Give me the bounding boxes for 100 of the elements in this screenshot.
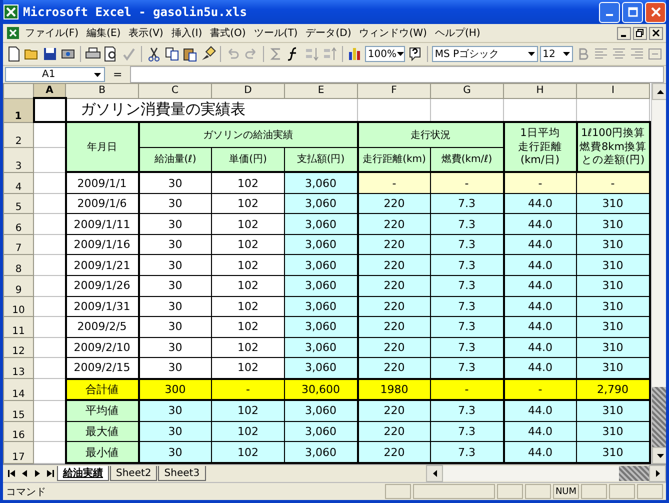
column-header[interactable]: H bbox=[504, 84, 576, 98]
chart-icon[interactable] bbox=[346, 46, 363, 62]
sheet-tab[interactable]: Sheet3 bbox=[158, 466, 206, 481]
table-cell: 44.0 bbox=[504, 296, 576, 317]
cut-icon[interactable] bbox=[146, 46, 162, 62]
row-header[interactable]: 14 bbox=[4, 378, 34, 400]
menu-item[interactable]: 編集(E) bbox=[84, 26, 124, 40]
column-header[interactable]: C bbox=[138, 84, 212, 98]
caret-down-icon bbox=[656, 454, 664, 458]
caret-icon bbox=[528, 52, 535, 56]
sheet-tab[interactable]: Sheet2 bbox=[110, 466, 158, 481]
table-cell: 1980 bbox=[358, 378, 430, 400]
table-cell: 102 bbox=[212, 214, 284, 234]
column-header[interactable]: G bbox=[430, 84, 504, 98]
maximize-button[interactable] bbox=[622, 2, 643, 22]
table-cell: 44.0 bbox=[504, 358, 576, 379]
new-file-icon[interactable] bbox=[6, 46, 22, 62]
copy-icon[interactable] bbox=[164, 46, 180, 62]
save-icon[interactable] bbox=[42, 46, 58, 62]
scroll-left-button[interactable] bbox=[426, 465, 443, 482]
merge-cells-icon[interactable] bbox=[647, 46, 664, 62]
row-header[interactable]: 11 bbox=[4, 316, 34, 338]
table-cell: 2009/1/31 bbox=[66, 296, 138, 317]
font-dropdown[interactable]: MS Pゴシック bbox=[432, 46, 538, 62]
help-icon[interactable] bbox=[406, 46, 423, 62]
scroll-right-button[interactable] bbox=[649, 465, 666, 482]
column-header[interactable]: I bbox=[576, 84, 650, 98]
row-header[interactable]: 4 bbox=[4, 172, 34, 194]
row-header[interactable]: 8 bbox=[4, 254, 34, 276]
table-cell: 102 bbox=[212, 193, 284, 214]
table-cell: 44.0 bbox=[504, 275, 576, 296]
table-cell: 102 bbox=[212, 442, 284, 463]
column-header[interactable]: E bbox=[284, 84, 358, 98]
row-header[interactable]: 9 bbox=[4, 275, 34, 296]
table-cell: 220 bbox=[358, 316, 430, 338]
row-header[interactable]: 15 bbox=[4, 400, 34, 422]
menu-item[interactable]: ヘルプ(H) bbox=[432, 26, 484, 40]
formula-field[interactable] bbox=[130, 66, 664, 83]
table-cell: 220 bbox=[358, 337, 430, 358]
formula-equals[interactable]: = bbox=[109, 68, 126, 81]
table-cell: 44.0 bbox=[504, 193, 576, 214]
header-line: 燃費8km換算 bbox=[578, 140, 648, 154]
menu-item[interactable]: 書式(O) bbox=[207, 26, 249, 40]
table-cell: 30 bbox=[138, 275, 212, 296]
column-header[interactable]: F bbox=[358, 84, 430, 98]
zoom-dropdown[interactable]: 100% bbox=[364, 46, 405, 62]
last-icon bbox=[46, 470, 54, 477]
table-cell: - bbox=[358, 172, 430, 194]
scroll-down-button[interactable] bbox=[652, 447, 666, 464]
scroll-up-button[interactable] bbox=[652, 83, 666, 100]
row-header[interactable]: 5 bbox=[4, 193, 34, 214]
row-header[interactable]: 17 bbox=[4, 442, 34, 463]
row-header[interactable]: 10 bbox=[4, 296, 34, 317]
menu-item[interactable]: ツール(T) bbox=[250, 26, 301, 40]
row-header[interactable]: 3 bbox=[4, 147, 34, 172]
status-text: コマンド bbox=[6, 486, 46, 498]
column-header[interactable]: A bbox=[34, 84, 66, 98]
row-header[interactable]: 12 bbox=[4, 337, 34, 358]
menu-item[interactable]: データ(D) bbox=[302, 26, 354, 40]
menu-item[interactable]: ウィンドウ(W) bbox=[356, 26, 430, 40]
table-cell: 44.0 bbox=[504, 337, 576, 358]
row-header[interactable]: 2 bbox=[4, 122, 34, 148]
status-panel bbox=[497, 484, 523, 499]
table-cell: 310 bbox=[576, 400, 650, 422]
menu-item[interactable]: ファイル(F) bbox=[22, 26, 82, 40]
row-header[interactable]: 6 bbox=[4, 214, 34, 234]
header-line: 1ℓ100円換算 bbox=[580, 127, 646, 141]
menu-item[interactable]: 表示(V) bbox=[126, 26, 166, 40]
active-cell[interactable] bbox=[34, 98, 66, 122]
table-cell: 44.0 bbox=[504, 421, 576, 442]
caret-right-icon bbox=[34, 470, 40, 477]
table-cell: 102 bbox=[212, 234, 284, 255]
column-header[interactable]: B bbox=[66, 84, 138, 98]
scrollbar-thumb[interactable] bbox=[619, 466, 649, 481]
row-header[interactable]: 1 bbox=[4, 98, 34, 122]
table-cell: 220 bbox=[358, 193, 430, 214]
spreadsheet-icon[interactable] bbox=[6, 26, 20, 40]
paste-icon[interactable] bbox=[182, 46, 198, 62]
name-box[interactable]: A1 bbox=[5, 67, 105, 82]
header-line: 走行距離 bbox=[517, 140, 563, 154]
close-button[interactable] bbox=[649, 26, 663, 40]
restore-button[interactable] bbox=[633, 26, 647, 40]
sheet-tab[interactable]: 給油実績 bbox=[57, 466, 109, 481]
menu-item[interactable]: 挿入(I) bbox=[168, 26, 206, 40]
table-cell: 310 bbox=[576, 337, 650, 358]
caret-up-icon bbox=[656, 90, 664, 94]
table-cell: 102 bbox=[212, 358, 284, 379]
minimize-button[interactable] bbox=[617, 26, 631, 40]
column-header[interactable]: D bbox=[212, 84, 284, 98]
row-header[interactable]: 13 bbox=[4, 358, 34, 379]
table-cell: 220 bbox=[358, 358, 430, 379]
scrollbar-thumb[interactable] bbox=[652, 387, 666, 447]
font-size-dropdown[interactable]: 12 bbox=[540, 46, 574, 62]
row-header[interactable]: 7 bbox=[4, 234, 34, 255]
table-cell: 310 bbox=[576, 254, 650, 276]
row-header[interactable]: 16 bbox=[4, 421, 34, 442]
caret-icon bbox=[396, 52, 404, 56]
table-cell: 2009/1/21 bbox=[66, 254, 138, 276]
table-cell: 3,060 bbox=[284, 358, 358, 379]
table-cell: - bbox=[576, 172, 650, 194]
